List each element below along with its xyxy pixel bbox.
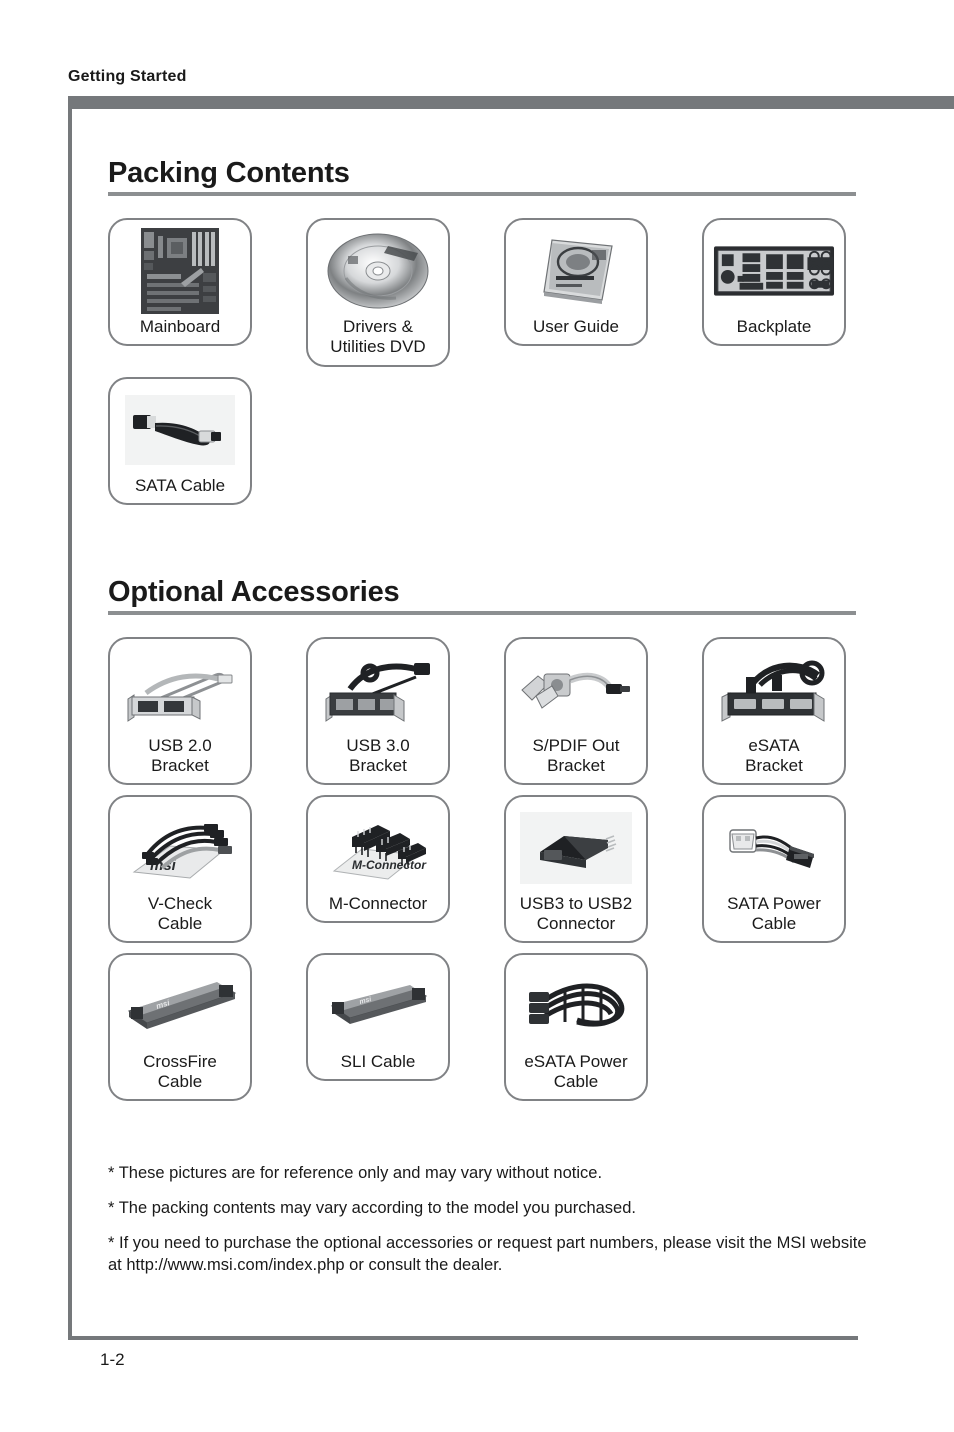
packing-item-card: msi V-Check Cable <box>108 795 252 944</box>
sli-cable-icon: msi <box>317 963 439 1049</box>
esata-bracket-icon <box>713 647 835 733</box>
card-cell: Backplate <box>702 218 900 347</box>
card-cell: USB 2.0 Bracket <box>108 637 306 786</box>
packing-item-card: S/PDIF Out Bracket <box>504 637 648 786</box>
card-cell: Mainboard <box>108 218 306 347</box>
card-cell: Drivers & Utilities DVD <box>306 218 504 367</box>
svg-text:M-Connector: M-Connector <box>352 858 427 872</box>
footnotes: * These pictures are for reference only … <box>108 1163 868 1276</box>
section-packing-contents: Packing Contents Mainboard Drivers & Uti… <box>108 158 908 515</box>
card-cell: SATA Cable <box>108 376 306 505</box>
card-label: SATA Power Cable <box>727 894 821 934</box>
card-label: M-Connector <box>328 894 428 914</box>
esata-power-cable-icon <box>515 963 637 1049</box>
section-rule <box>108 192 856 197</box>
m-connector-icon: M-Connector <box>317 805 439 891</box>
section-optional-accessories: Optional Accessories USB 2.0 Bracket USB… <box>108 575 908 1112</box>
card-label: Mainboard <box>139 317 221 337</box>
packing-item-card: Mainboard <box>108 218 252 347</box>
packing-item-card: Drivers & Utilities DVD <box>306 218 450 367</box>
packing-item-card: Backplate <box>702 218 846 347</box>
card-cell: USB 3.0 Bracket <box>306 637 504 786</box>
card-label: USB3 to USB2 Connector <box>519 894 633 934</box>
section-rule <box>108 611 856 616</box>
frame-bottom-rule <box>68 1336 858 1340</box>
card-label: Drivers & Utilities DVD <box>330 317 426 357</box>
page-frame: Packing Contents Mainboard Drivers & Uti… <box>68 96 954 1340</box>
card-cell: msi CrossFire Cable <box>108 953 306 1102</box>
mainboard-icon <box>119 228 241 315</box>
packing-item-card: msi SLI Cable <box>306 953 450 1082</box>
card-label: eSATA Bracket <box>745 736 803 776</box>
running-header: Getting Started <box>68 68 187 85</box>
card-row: USB 2.0 Bracket USB 3.0 Bracket S/PDIF O… <box>108 637 908 786</box>
footnote: * If you need to purchase the optional a… <box>108 1233 867 1274</box>
card-cell: msi V-Check Cable <box>108 795 306 944</box>
packing-item-card: eSATA Bracket <box>702 637 846 786</box>
packing-item-card: USB 2.0 Bracket <box>108 637 252 786</box>
packing-item-card: USB3 to USB2 Connector <box>504 795 648 944</box>
card-cell: User Guide <box>504 218 702 347</box>
card-label: SATA Cable <box>134 475 226 495</box>
v-check-cable-icon: msi <box>119 805 241 891</box>
card-row: msi V-Check Cable M-Connector M-Connecto… <box>108 795 908 944</box>
packing-item-card: SATA Cable <box>108 376 252 505</box>
packing-item-card: SATA Power Cable <box>702 795 846 944</box>
packing-item-card: eSATA Power Cable <box>504 953 648 1102</box>
packing-item-card: msi CrossFire Cable <box>108 953 252 1102</box>
user-guide-icon <box>515 228 637 314</box>
packing-item-card: M-Connector M-Connector <box>306 795 450 924</box>
spdif-bracket-icon <box>515 647 637 733</box>
card-cell: SATA Power Cable <box>702 795 900 944</box>
card-label: USB 2.0 Bracket <box>148 736 212 776</box>
card-cell: USB3 to USB2 Connector <box>504 795 702 944</box>
card-cell: eSATA Bracket <box>702 637 900 786</box>
card-label: eSATA Power Cable <box>524 1052 628 1092</box>
card-row: msi CrossFire Cable msi SLI Cable eSATA … <box>108 953 908 1102</box>
footnote: * The packing contents may vary accordin… <box>108 1199 636 1218</box>
card-cell: msi SLI Cable <box>306 953 504 1082</box>
frame-top-bar <box>68 96 954 109</box>
usb3-to-usb2-icon <box>515 805 637 891</box>
frame-left-rule <box>68 109 72 1340</box>
card-label: CrossFire Cable <box>143 1052 217 1092</box>
footnote: * These pictures are for reference only … <box>108 1164 603 1183</box>
packing-contents-grid: Mainboard Drivers & Utilities DVD User G… <box>108 218 908 514</box>
card-row: Mainboard Drivers & Utilities DVD User G… <box>108 218 908 367</box>
optional-accessories-grid: USB 2.0 Bracket USB 3.0 Bracket S/PDIF O… <box>108 637 908 1111</box>
packing-item-card: USB 3.0 Bracket <box>306 637 450 786</box>
card-cell: M-Connector M-Connector <box>306 795 504 924</box>
page-number: 1-2 <box>100 1350 125 1369</box>
card-label: Backplate <box>736 317 812 337</box>
card-label: V-Check Cable <box>147 894 213 934</box>
dvd-icon <box>317 228 439 314</box>
card-row: SATA Cable <box>108 376 908 505</box>
page-content: Packing Contents Mainboard Drivers & Uti… <box>108 126 908 1289</box>
usb3-bracket-icon <box>317 647 439 733</box>
card-label: USB 3.0 Bracket <box>346 736 410 776</box>
backplate-icon <box>713 228 835 314</box>
section-title-optional-accessories: Optional Accessories <box>108 575 400 608</box>
crossfire-cable-icon: msi <box>119 963 241 1049</box>
sata-power-cable-icon <box>713 805 835 891</box>
sata-cable-icon <box>119 387 241 473</box>
card-label: User Guide <box>533 317 619 337</box>
usb2-bracket-icon <box>119 647 241 733</box>
card-label: S/PDIF Out Bracket <box>532 736 620 776</box>
card-cell: S/PDIF Out Bracket <box>504 637 702 786</box>
packing-item-card: User Guide <box>504 218 648 347</box>
card-label: SLI Cable <box>340 1052 416 1072</box>
card-cell: eSATA Power Cable <box>504 953 702 1102</box>
section-title-packing-contents: Packing Contents <box>108 157 350 189</box>
